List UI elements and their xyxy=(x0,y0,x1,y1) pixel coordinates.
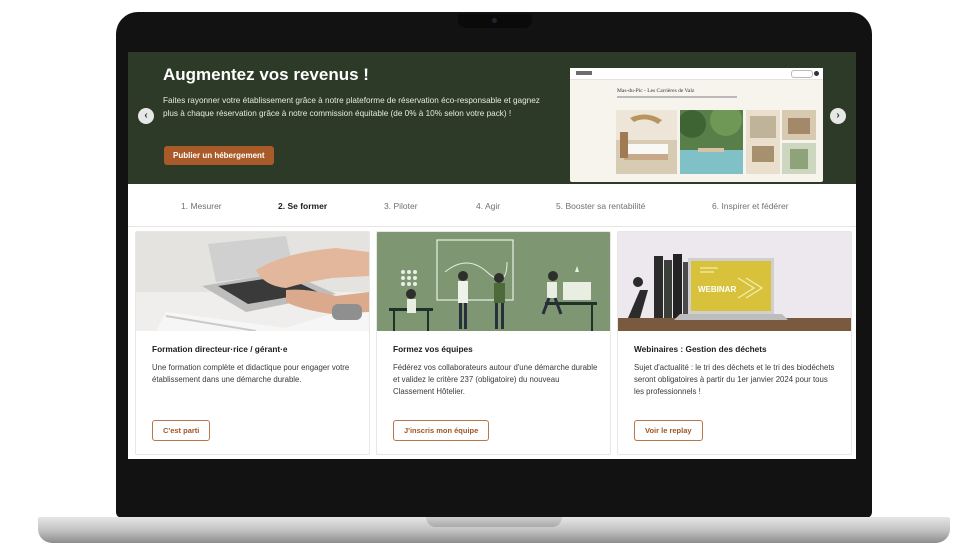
tab-inspirer-federer[interactable]: 6. Inspirer et fédérer xyxy=(712,201,789,211)
laptop-typing-image xyxy=(136,232,369,331)
start-training-button[interactable]: C'est parti xyxy=(152,420,211,441)
preview-detail-image-2 xyxy=(782,143,816,174)
website-preview-image: Mas-du-Pic - Les Carrières de Valz xyxy=(570,68,823,182)
avatar-icon xyxy=(814,71,819,76)
preview-pool-image xyxy=(678,104,743,174)
card-description: Sujet d'actualité : le tri des déchets e… xyxy=(634,363,835,396)
webinar-laptop-image: WEBINAR xyxy=(618,232,851,331)
tab-piloter[interactable]: 3. Piloter xyxy=(384,201,418,211)
register-team-button[interactable]: J'inscris mon équipe xyxy=(393,420,490,441)
preview-logo xyxy=(576,71,592,75)
preview-title: Mas-du-Pic - Les Carrières de Valz xyxy=(617,88,695,94)
chevron-right-icon[interactable]: › xyxy=(830,108,846,124)
tab-booster-rentabilite[interactable]: 5. Booster sa rentabilité xyxy=(556,201,645,211)
webinar-screen-text: WEBINAR xyxy=(698,285,736,294)
card-webinaires: WEBINAR Webinaires : Gestion des déchets… xyxy=(617,231,852,455)
watch-replay-button[interactable]: Voir le replay xyxy=(634,420,703,441)
steps-tab-bar: 1. Mesurer 2. Se former 3. Piloter 4. Ag… xyxy=(128,184,856,227)
publish-listing-button[interactable]: Publier un hébergement xyxy=(164,146,274,165)
preview-detail-image-1 xyxy=(782,110,816,140)
tab-mesurer[interactable]: 1. Mesurer xyxy=(181,201,222,211)
chevron-left-icon[interactable]: ‹ xyxy=(138,108,154,124)
camera-icon xyxy=(492,18,497,23)
preview-button xyxy=(791,70,813,78)
tab-agir[interactable]: 4. Agir xyxy=(476,201,500,211)
card-formation-directeur: Formation directeur·rice / gérant·e Une … xyxy=(135,231,370,455)
card-title: Formation directeur·rice / gérant·e xyxy=(152,344,288,354)
hero-title: Augmentez vos revenus ! xyxy=(163,65,369,84)
laptop-hinge-notch xyxy=(426,517,562,527)
card-title: Webinaires : Gestion des déchets xyxy=(634,344,767,354)
preview-navbar xyxy=(570,68,823,80)
laptop-screen: Augmentez vos revenus ! Faites rayonner … xyxy=(128,52,856,459)
card-title: Formez vos équipes xyxy=(393,344,473,354)
preview-bedroom-image xyxy=(616,110,677,174)
preview-room-image xyxy=(746,110,780,174)
card-description: Fédérez vos collaborateurs autour d'une … xyxy=(393,363,598,396)
preview-subtitle-line xyxy=(617,96,737,98)
card-description: Une formation complète et didactique pou… xyxy=(152,363,350,384)
hero-banner: Augmentez vos revenus ! Faites rayonner … xyxy=(128,52,856,184)
tab-se-former[interactable]: 2. Se former xyxy=(278,201,327,211)
card-formez-equipes: Formez vos équipes Fédérez vos collabora… xyxy=(376,231,611,455)
team-training-illustration xyxy=(377,232,610,331)
hero-description: Faites rayonner votre établissement grâc… xyxy=(163,96,540,118)
